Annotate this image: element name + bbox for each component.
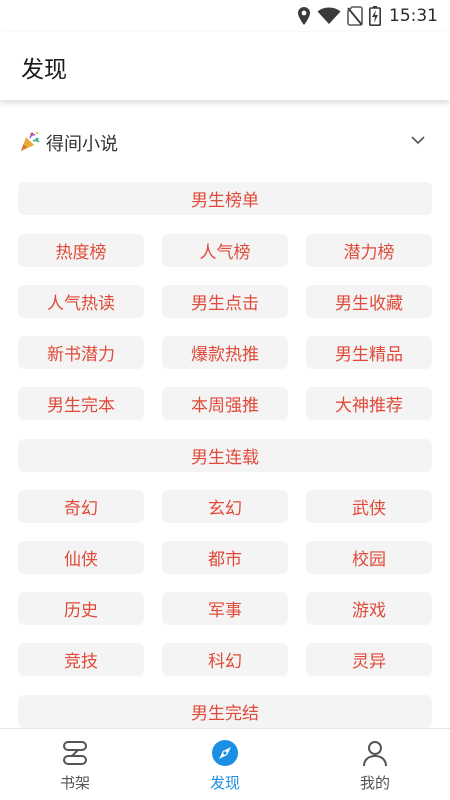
chip[interactable]: 都市 xyxy=(162,541,288,574)
chip[interactable]: 竞技 xyxy=(18,643,144,676)
chip[interactable]: 科幻 xyxy=(162,643,288,676)
chip[interactable]: 历史 xyxy=(18,592,144,625)
chip[interactable]: 男生点击 xyxy=(162,285,288,318)
status-icons: 15:31 xyxy=(297,5,438,27)
chip[interactable]: 仙侠 xyxy=(18,541,144,574)
chip[interactable]: 武侠 xyxy=(306,490,432,523)
chip[interactable]: 人气榜 xyxy=(162,234,288,267)
chip[interactable]: 男生完本 xyxy=(18,387,144,420)
chip[interactable]: 灵异 xyxy=(306,643,432,676)
chip[interactable]: 游戏 xyxy=(306,592,432,625)
compass-icon xyxy=(212,740,238,766)
chip[interactable]: 热度榜 xyxy=(18,234,144,267)
status-time: 15:31 xyxy=(389,6,438,26)
discover-content[interactable]: 得间小说 男生榜单 热度榜 人气榜 潜力榜 人气热读 男生点击 男生收藏 新书潜… xyxy=(0,100,450,728)
section-title: 得间小说 xyxy=(46,134,118,155)
nav-item-mine[interactable]: 我的 xyxy=(300,729,450,800)
app-bar: 发现 xyxy=(0,32,450,100)
nav-item-bookshelf[interactable]: 书架 xyxy=(0,729,150,800)
group-header-male-serial[interactable]: 男生连载 xyxy=(18,439,432,472)
chip[interactable]: 大神推荐 xyxy=(306,387,432,420)
group-header-male-completed[interactable]: 男生完结 xyxy=(18,695,432,728)
bottom-nav: 书架 发现 我的 xyxy=(0,728,450,800)
page-title: 发现 xyxy=(21,57,67,83)
person-icon xyxy=(363,741,387,767)
chevron-down-icon[interactable] xyxy=(410,134,426,146)
no-sim-icon xyxy=(347,6,363,26)
chip[interactable]: 奇幻 xyxy=(18,490,144,523)
chip[interactable]: 玄幻 xyxy=(162,490,288,523)
chip[interactable]: 军事 xyxy=(162,592,288,625)
chip[interactable]: 男生收藏 xyxy=(306,285,432,318)
location-icon xyxy=(298,7,310,25)
chip[interactable]: 潜力榜 xyxy=(306,234,432,267)
party-popper-icon xyxy=(21,132,40,151)
section-header[interactable]: 得间小说 xyxy=(0,118,450,164)
chip[interactable]: 校园 xyxy=(306,541,432,574)
chip[interactable]: 本周强推 xyxy=(162,387,288,420)
nav-label-discover: 发现 xyxy=(209,774,240,792)
nav-label-bookshelf: 书架 xyxy=(59,774,90,792)
nav-item-discover[interactable]: 发现 xyxy=(150,729,300,800)
chip[interactable]: 男生精品 xyxy=(306,336,432,369)
chip[interactable]: 新书潜力 xyxy=(18,336,144,369)
chip[interactable]: 爆款热推 xyxy=(162,336,288,369)
battery-charging-icon xyxy=(369,6,381,26)
bookshelf-icon xyxy=(63,741,87,765)
status-bar: 15:31 xyxy=(0,0,450,32)
group-header-male-ranking[interactable]: 男生榜单 xyxy=(18,182,432,215)
chip[interactable]: 人气热读 xyxy=(18,285,144,318)
wifi-icon xyxy=(317,7,341,24)
nav-label-mine: 我的 xyxy=(359,774,390,792)
